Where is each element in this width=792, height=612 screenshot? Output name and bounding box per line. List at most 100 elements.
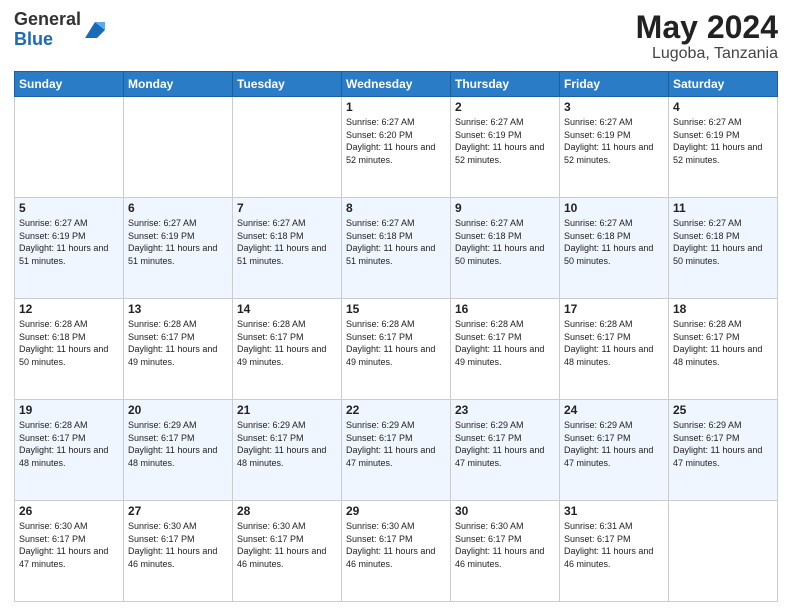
day-number: 19: [19, 403, 119, 417]
day-info: Sunrise: 6:27 AM Sunset: 6:20 PM Dayligh…: [346, 116, 446, 166]
calendar-cell: 26 Sunrise: 6:30 AM Sunset: 6:17 PM Dayli…: [15, 501, 124, 602]
day-number: 15: [346, 302, 446, 316]
day-number: 29: [346, 504, 446, 518]
calendar-table: SundayMondayTuesdayWednesdayThursdayFrid…: [14, 71, 778, 602]
day-number: 2: [455, 100, 555, 114]
day-number: 23: [455, 403, 555, 417]
day-number: 25: [673, 403, 773, 417]
day-info: Sunrise: 6:28 AM Sunset: 6:17 PM Dayligh…: [237, 318, 337, 368]
day-info: Sunrise: 6:27 AM Sunset: 6:18 PM Dayligh…: [455, 217, 555, 267]
day-number: 5: [19, 201, 119, 215]
day-info: Sunrise: 6:30 AM Sunset: 6:17 PM Dayligh…: [455, 520, 555, 570]
calendar-week-row: 19Sunrise: 6:28 AM Sunset: 6:17 PM Dayli…: [15, 400, 778, 501]
weekday-header-wednesday: Wednesday: [342, 72, 451, 97]
day-info: Sunrise: 6:27 AM Sunset: 6:18 PM Dayligh…: [564, 217, 664, 267]
day-info: Sunrise: 6:27 AM Sunset: 6:18 PM Dayligh…: [346, 217, 446, 267]
calendar-cell: [124, 97, 233, 198]
day-info: Sunrise: 6:30 AM Sunset: 6:17 PM Dayligh…: [346, 520, 446, 570]
day-info: Sunrise: 6:29 AM Sunset: 6:17 PM Dayligh…: [673, 419, 773, 469]
calendar-cell: 27Sunrise: 6:30 AM Sunset: 6:17 PM Dayli…: [124, 501, 233, 602]
calendar-cell: 22Sunrise: 6:29 AM Sunset: 6:17 PM Dayli…: [342, 400, 451, 501]
day-info: Sunrise: 6:30 AM Sunset: 6:17 PM Dayligh…: [237, 520, 337, 570]
calendar-body: 1 Sunrise: 6:27 AM Sunset: 6:20 PM Daylig…: [15, 97, 778, 602]
day-info: Sunrise: 6:27 AM Sunset: 6:19 PM Dayligh…: [455, 116, 555, 166]
day-number: 17: [564, 302, 664, 316]
calendar-cell: 3 Sunrise: 6:27 AM Sunset: 6:19 PM Daylig…: [560, 97, 669, 198]
day-info: Sunrise: 6:28 AM Sunset: 6:17 PM Dayligh…: [128, 318, 228, 368]
logo-text: General Blue: [14, 10, 81, 50]
day-number: 22: [346, 403, 446, 417]
day-info: Sunrise: 6:29 AM Sunset: 6:17 PM Dayligh…: [237, 419, 337, 469]
calendar-cell: 5 Sunrise: 6:27 AM Sunset: 6:19 PM Daylig…: [15, 198, 124, 299]
day-number: 21: [237, 403, 337, 417]
day-number: 20: [128, 403, 228, 417]
calendar-cell: 28 Sunrise: 6:30 AM Sunset: 6:17 PM Dayli…: [233, 501, 342, 602]
day-number: 10: [564, 201, 664, 215]
calendar-cell: 18 Sunrise: 6:28 AM Sunset: 6:17 PM Dayli…: [669, 299, 778, 400]
day-info: Sunrise: 6:28 AM Sunset: 6:17 PM Dayligh…: [673, 318, 773, 368]
logo-icon: [83, 20, 107, 40]
calendar-cell: 8 Sunrise: 6:27 AM Sunset: 6:18 PM Daylig…: [342, 198, 451, 299]
day-number: 9: [455, 201, 555, 215]
day-info: Sunrise: 6:27 AM Sunset: 6:19 PM Dayligh…: [128, 217, 228, 267]
day-info: Sunrise: 6:29 AM Sunset: 6:17 PM Dayligh…: [455, 419, 555, 469]
calendar-cell: 10 Sunrise: 6:27 AM Sunset: 6:18 PM Dayli…: [560, 198, 669, 299]
calendar-cell: 15Sunrise: 6:28 AM Sunset: 6:17 PM Dayli…: [342, 299, 451, 400]
calendar-cell: 23 Sunrise: 6:29 AM Sunset: 6:17 PM Dayli…: [451, 400, 560, 501]
logo-area: General Blue: [14, 10, 107, 50]
day-info: Sunrise: 6:27 AM Sunset: 6:19 PM Dayligh…: [564, 116, 664, 166]
day-number: 4: [673, 100, 773, 114]
weekday-header-monday: Monday: [124, 72, 233, 97]
page: General Blue May 2024 Lugoba, Tanzania S…: [0, 0, 792, 612]
day-info: Sunrise: 6:30 AM Sunset: 6:17 PM Dayligh…: [19, 520, 119, 570]
calendar-cell: [669, 501, 778, 602]
day-number: 3: [564, 100, 664, 114]
day-number: 31: [564, 504, 664, 518]
calendar-cell: 1 Sunrise: 6:27 AM Sunset: 6:20 PM Daylig…: [342, 97, 451, 198]
header: General Blue May 2024 Lugoba, Tanzania: [14, 10, 778, 63]
logo-general: General: [14, 10, 81, 30]
title-location: Lugoba, Tanzania: [636, 45, 778, 63]
day-number: 24: [564, 403, 664, 417]
day-number: 6: [128, 201, 228, 215]
calendar-cell: 31 Sunrise: 6:31 AM Sunset: 6:17 PM Dayli…: [560, 501, 669, 602]
calendar-cell: 14 Sunrise: 6:28 AM Sunset: 6:17 PM Dayli…: [233, 299, 342, 400]
calendar-cell: 7Sunrise: 6:27 AM Sunset: 6:18 PM Daylig…: [233, 198, 342, 299]
calendar-cell: 4 Sunrise: 6:27 AM Sunset: 6:19 PM Daylig…: [669, 97, 778, 198]
title-month: May 2024: [636, 10, 778, 45]
day-number: 11: [673, 201, 773, 215]
day-number: 28: [237, 504, 337, 518]
calendar-week-row: 26 Sunrise: 6:30 AM Sunset: 6:17 PM Dayli…: [15, 501, 778, 602]
calendar-cell: 9 Sunrise: 6:27 AM Sunset: 6:18 PM Daylig…: [451, 198, 560, 299]
weekday-header-tuesday: Tuesday: [233, 72, 342, 97]
day-info: Sunrise: 6:29 AM Sunset: 6:17 PM Dayligh…: [128, 419, 228, 469]
day-number: 1: [346, 100, 446, 114]
calendar-week-row: 5 Sunrise: 6:27 AM Sunset: 6:19 PM Daylig…: [15, 198, 778, 299]
day-info: Sunrise: 6:27 AM Sunset: 6:19 PM Dayligh…: [19, 217, 119, 267]
calendar-cell: 21 Sunrise: 6:29 AM Sunset: 6:17 PM Dayli…: [233, 400, 342, 501]
day-number: 26: [19, 504, 119, 518]
day-number: 14: [237, 302, 337, 316]
day-info: Sunrise: 6:27 AM Sunset: 6:18 PM Dayligh…: [673, 217, 773, 267]
day-info: Sunrise: 6:29 AM Sunset: 6:17 PM Dayligh…: [564, 419, 664, 469]
calendar-cell: 20 Sunrise: 6:29 AM Sunset: 6:17 PM Dayli…: [124, 400, 233, 501]
day-number: 13: [128, 302, 228, 316]
day-info: Sunrise: 6:30 AM Sunset: 6:17 PM Dayligh…: [128, 520, 228, 570]
weekday-header-sunday: Sunday: [15, 72, 124, 97]
logo-blue: Blue: [14, 30, 81, 50]
day-number: 18: [673, 302, 773, 316]
weekday-header-friday: Friday: [560, 72, 669, 97]
day-number: 16: [455, 302, 555, 316]
day-info: Sunrise: 6:31 AM Sunset: 6:17 PM Dayligh…: [564, 520, 664, 570]
day-number: 12: [19, 302, 119, 316]
day-info: Sunrise: 6:27 AM Sunset: 6:19 PM Dayligh…: [673, 116, 773, 166]
day-number: 7: [237, 201, 337, 215]
day-number: 30: [455, 504, 555, 518]
calendar-cell: 30 Sunrise: 6:30 AM Sunset: 6:17 PM Dayli…: [451, 501, 560, 602]
calendar-week-row: 12 Sunrise: 6:28 AM Sunset: 6:18 PM Dayli…: [15, 299, 778, 400]
calendar-cell: 12 Sunrise: 6:28 AM Sunset: 6:18 PM Dayli…: [15, 299, 124, 400]
day-number: 8: [346, 201, 446, 215]
calendar-cell: 6 Sunrise: 6:27 AM Sunset: 6:19 PM Daylig…: [124, 198, 233, 299]
day-info: Sunrise: 6:28 AM Sunset: 6:18 PM Dayligh…: [19, 318, 119, 368]
calendar-cell: [233, 97, 342, 198]
